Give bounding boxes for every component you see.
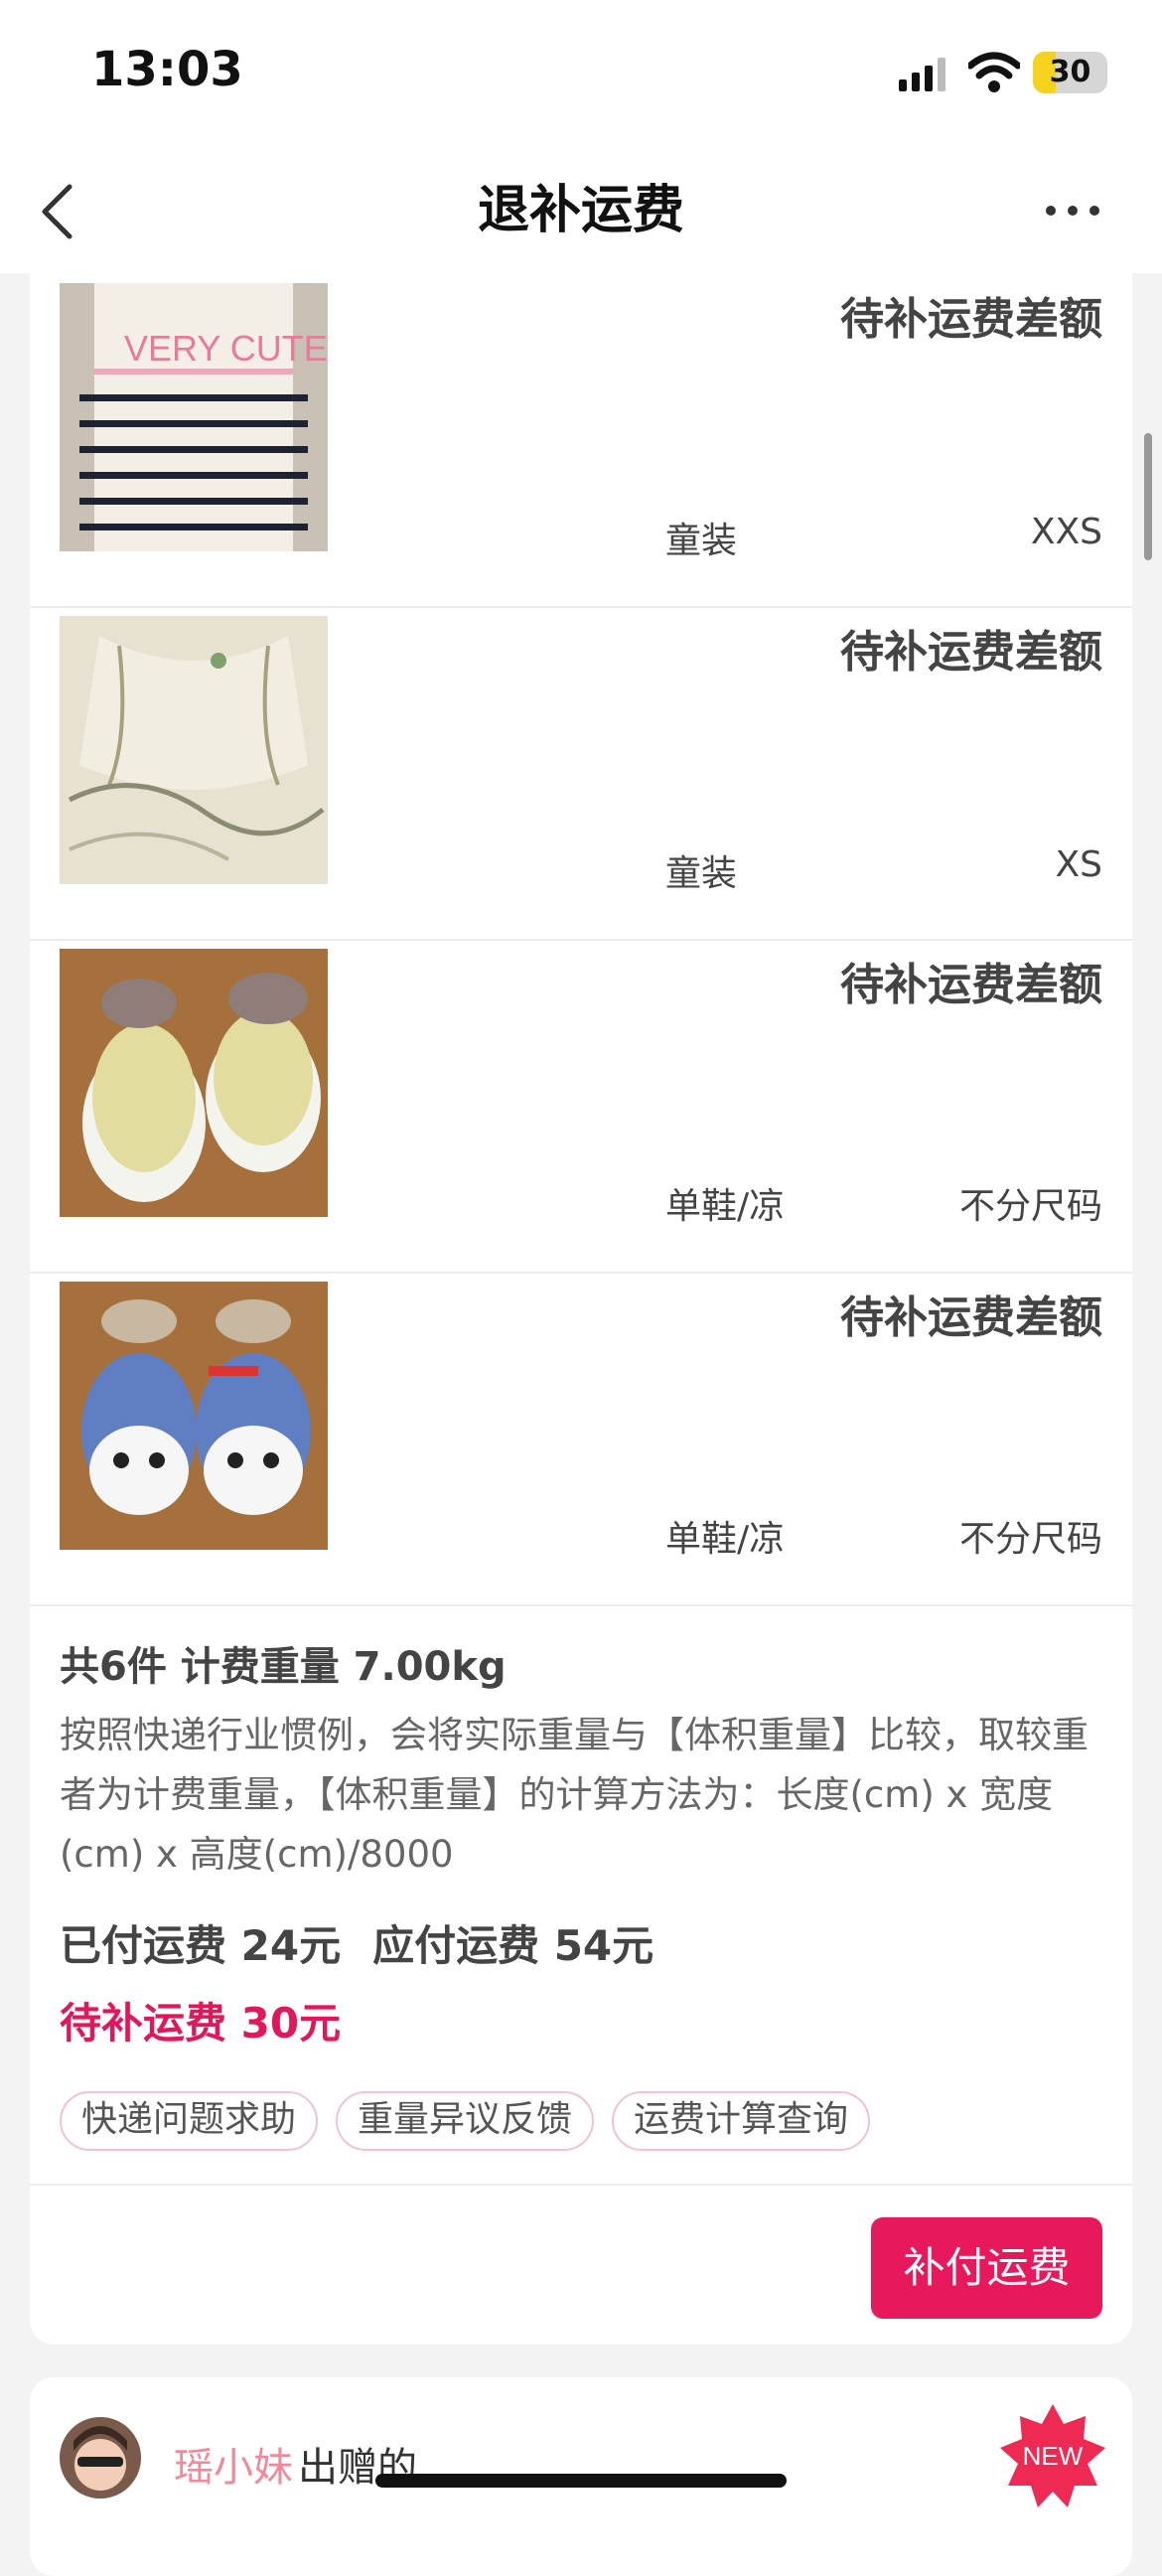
nav-bar: 退补运费 [0,149,1162,273]
fee-line: 已付运费 24元 应付运费 54元 [60,1912,685,1973]
item-category: 单鞋/凉 [665,1519,786,1560]
payable-fee: 应付运费 54元 [372,1921,654,1970]
chevron-left-icon[interactable] [30,177,89,246]
summary-title: 共6件 计费重量 7.00kg [60,1644,507,1690]
item-category: 单鞋/凉 [665,1186,786,1227]
home-indicator [375,2474,787,2488]
scrollbar[interactable] [1144,433,1152,560]
striped-kids-top-photo: VERY CUTE [60,283,328,551]
pending-label: 待补运费差额 [840,1292,1102,1343]
item-category: 童装 [665,853,738,894]
giver-name[interactable]: 瑶小妹 [174,2435,293,2493]
pending-fee: 待补运费 30元 [60,1999,342,2047]
ellipsis-icon[interactable] [1043,194,1102,228]
status-time: 13:03 [91,42,243,97]
page-title: 退补运费 [477,181,684,240]
item-category: 童装 [665,521,738,561]
new-badge: NEW [1000,2404,1105,2507]
chip-weight-dispute[interactable]: 重量异议反馈 [336,2091,595,2151]
pending-label: 待补运费差额 [840,294,1102,345]
chip-fee-calculation[interactable]: 运费计算查询 [612,2091,871,2151]
pending-label: 待补运费差额 [840,627,1102,678]
list-item[interactable]: 待补运费差额 单鞋/凉 不分尺码 [30,939,1132,1274]
list-item[interactable]: 待补运费差额 童装 XS [30,606,1132,941]
paid-fee: 已付运费 24元 [60,1921,342,1970]
yellow-baby-shoes-photo [60,949,328,1217]
fee-summary: 共6件 计费重量 7.00kg 按照快递行业惯例，会将实际重量与【体积重量】比较… [60,1634,1112,1885]
new-badge-text: NEW [1023,2441,1084,2471]
battery-indicator: 30 [1033,52,1107,93]
summary-description: 按照快递行业惯例，会将实际重量与【体积重量】比较，取较重者为计费重量，【体积重量… [60,1714,1089,1876]
item-size: 不分尺码 [958,1186,1102,1227]
list-item[interactable]: VERY CUTE 待补运费差额 童装 XXS [30,273,1132,608]
divider [30,2184,1132,2186]
cream-kids-dress-photo [60,616,328,884]
item-size: 不分尺码 [958,1519,1102,1560]
pending-label: 待补运费差额 [840,960,1102,1010]
order-card: VERY CUTE 待补运费差额 童装 XXS 待补运费差额 童装 XS 待补运… [30,273,1132,2345]
avatar-image [60,2417,141,2499]
cellular-signal-icon [899,58,945,91]
pay-shipping-button[interactable]: 补付运费 [871,2217,1102,2319]
svg-text:VERY CUTE: VERY CUTE [124,328,328,369]
battery-text: 30 [1049,55,1091,89]
item-size: XXS [1030,512,1102,552]
avatar[interactable] [60,2417,141,2499]
help-chips: 快递问题求助 重量异议反馈 运费计算查询 [60,2091,871,2151]
item-size: XS [1055,844,1102,885]
chip-shipping-help[interactable]: 快递问题求助 [60,2091,319,2151]
status-bar: 13:03 30 [0,0,1162,149]
list-item[interactable]: 待补运费差额 单鞋/凉 不分尺码 [30,1272,1132,1606]
panda-baby-shoes-photo [60,1282,328,1550]
wifi-icon [968,52,1020,92]
